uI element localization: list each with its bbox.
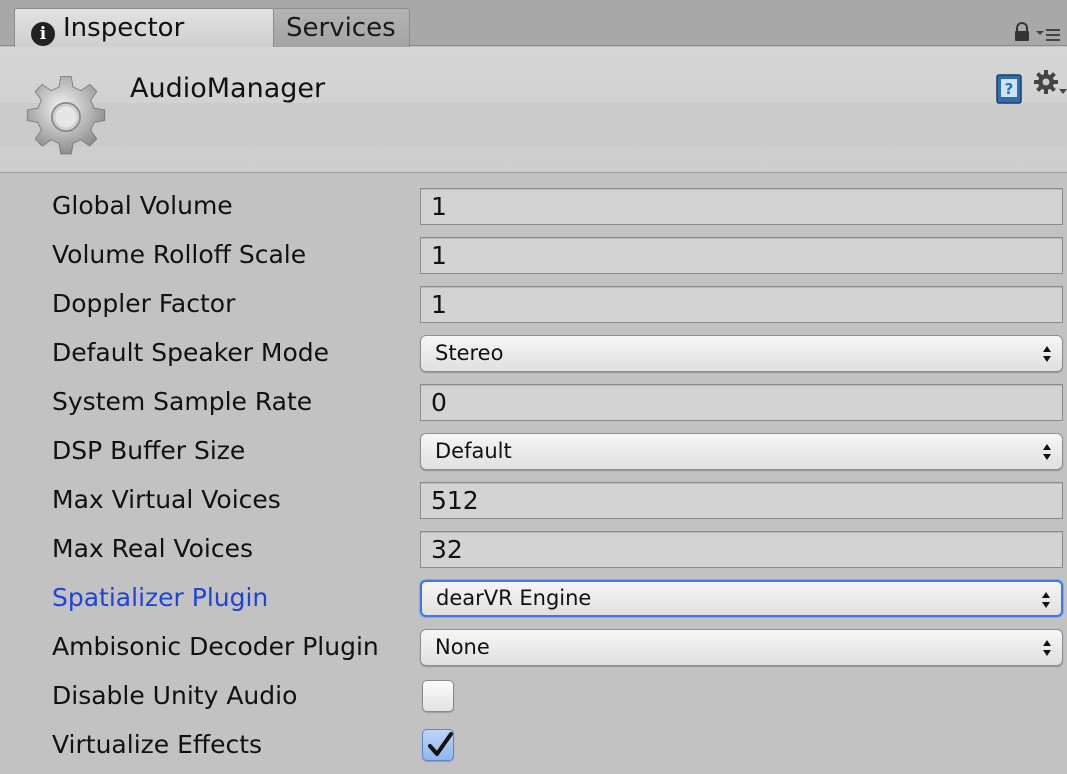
property-row-volume-rolloff-scale: Volume Rolloff Scale 1 bbox=[0, 231, 1067, 278]
tab-inspector-label: Inspector bbox=[63, 13, 185, 43]
property-label: Ambisonic Decoder Plugin bbox=[52, 632, 379, 661]
property-row-system-sample-rate: System Sample Rate 0 bbox=[0, 378, 1067, 425]
property-row-default-speaker-mode: Default Speaker Mode Stereo bbox=[0, 329, 1067, 376]
max-real-voices-field[interactable]: 32 bbox=[420, 531, 1063, 568]
inspector-header: AudioManager ? bbox=[0, 47, 1067, 173]
dropdown-value: Stereo bbox=[435, 341, 504, 365]
property-label: Virtualize Effects bbox=[52, 730, 263, 759]
property-label: Max Virtual Voices bbox=[52, 485, 281, 514]
settings-gear-icon[interactable] bbox=[1033, 69, 1067, 103]
updown-arrows-icon bbox=[1043, 346, 1051, 362]
dropdown-value: None bbox=[435, 635, 490, 659]
gear-icon bbox=[26, 76, 106, 155]
property-label: Default Speaker Mode bbox=[52, 338, 330, 367]
property-label: Disable Unity Audio bbox=[52, 681, 298, 710]
system-sample-rate-field[interactable]: 0 bbox=[420, 384, 1063, 421]
tab-inspector[interactable]: i Inspector bbox=[14, 8, 274, 47]
lock-icon[interactable] bbox=[1013, 22, 1031, 42]
property-row-max-real-voices: Max Real Voices 32 bbox=[0, 525, 1067, 572]
doppler-factor-field[interactable]: 1 bbox=[420, 286, 1063, 323]
tab-services[interactable]: Services bbox=[274, 8, 410, 47]
property-row-doppler-factor: Doppler Factor 1 bbox=[0, 280, 1067, 327]
property-row-virtualize-effects: Virtualize Effects bbox=[0, 721, 1067, 768]
property-label: Volume Rolloff Scale bbox=[52, 240, 307, 269]
property-row-ambisonic-decoder-plugin: Ambisonic Decoder Plugin None bbox=[0, 623, 1067, 670]
virtualize-effects-checkbox[interactable] bbox=[422, 729, 454, 761]
property-label: Spatializer Plugin bbox=[52, 583, 269, 612]
ambisonic-decoder-plugin-dropdown[interactable]: None bbox=[420, 629, 1063, 666]
properties-panel: Global Volume 1 Volume Rolloff Scale 1 D… bbox=[0, 174, 1067, 774]
checkmark-icon bbox=[428, 732, 453, 756]
svg-text:?: ? bbox=[1005, 80, 1014, 98]
info-icon: i bbox=[31, 22, 55, 46]
dsp-buffer-size-dropdown[interactable]: Default bbox=[420, 433, 1063, 470]
property-label: DSP Buffer Size bbox=[52, 436, 246, 465]
property-row-disable-unity-audio: Disable Unity Audio bbox=[0, 672, 1067, 719]
dropdown-value: Default bbox=[435, 439, 512, 463]
property-label: Global Volume bbox=[52, 191, 233, 220]
dropdown-value: dearVR Engine bbox=[436, 586, 592, 610]
property-label: Max Real Voices bbox=[52, 534, 254, 563]
disable-unity-audio-checkbox[interactable] bbox=[422, 680, 454, 712]
page-title: AudioManager bbox=[130, 73, 326, 104]
max-virtual-voices-field[interactable]: 512 bbox=[420, 482, 1063, 519]
property-row-global-volume: Global Volume 1 bbox=[0, 182, 1067, 229]
global-volume-field[interactable]: 1 bbox=[420, 188, 1063, 225]
default-speaker-mode-dropdown[interactable]: Stereo bbox=[420, 335, 1063, 372]
updown-arrows-icon bbox=[1043, 640, 1051, 656]
header-band bbox=[0, 103, 1067, 147]
tab-services-label: Services bbox=[286, 13, 396, 43]
tab-menu-icon[interactable] bbox=[1036, 26, 1060, 42]
spatializer-plugin-dropdown[interactable]: dearVR Engine bbox=[420, 580, 1063, 617]
property-row-max-virtual-voices: Max Virtual Voices 512 bbox=[0, 476, 1067, 523]
updown-arrows-icon bbox=[1042, 592, 1050, 608]
volume-rolloff-scale-field[interactable]: 1 bbox=[420, 237, 1063, 274]
help-book-icon[interactable]: ? bbox=[995, 73, 1023, 105]
property-row-dsp-buffer-size: DSP Buffer Size Default bbox=[0, 427, 1067, 474]
property-label: System Sample Rate bbox=[52, 387, 313, 416]
property-row-spatializer-plugin: Spatializer Plugin dearVR Engine bbox=[0, 574, 1067, 621]
updown-arrows-icon bbox=[1043, 444, 1051, 460]
tab-bar: i Inspector Services bbox=[0, 0, 1067, 47]
property-label: Doppler Factor bbox=[52, 289, 236, 318]
